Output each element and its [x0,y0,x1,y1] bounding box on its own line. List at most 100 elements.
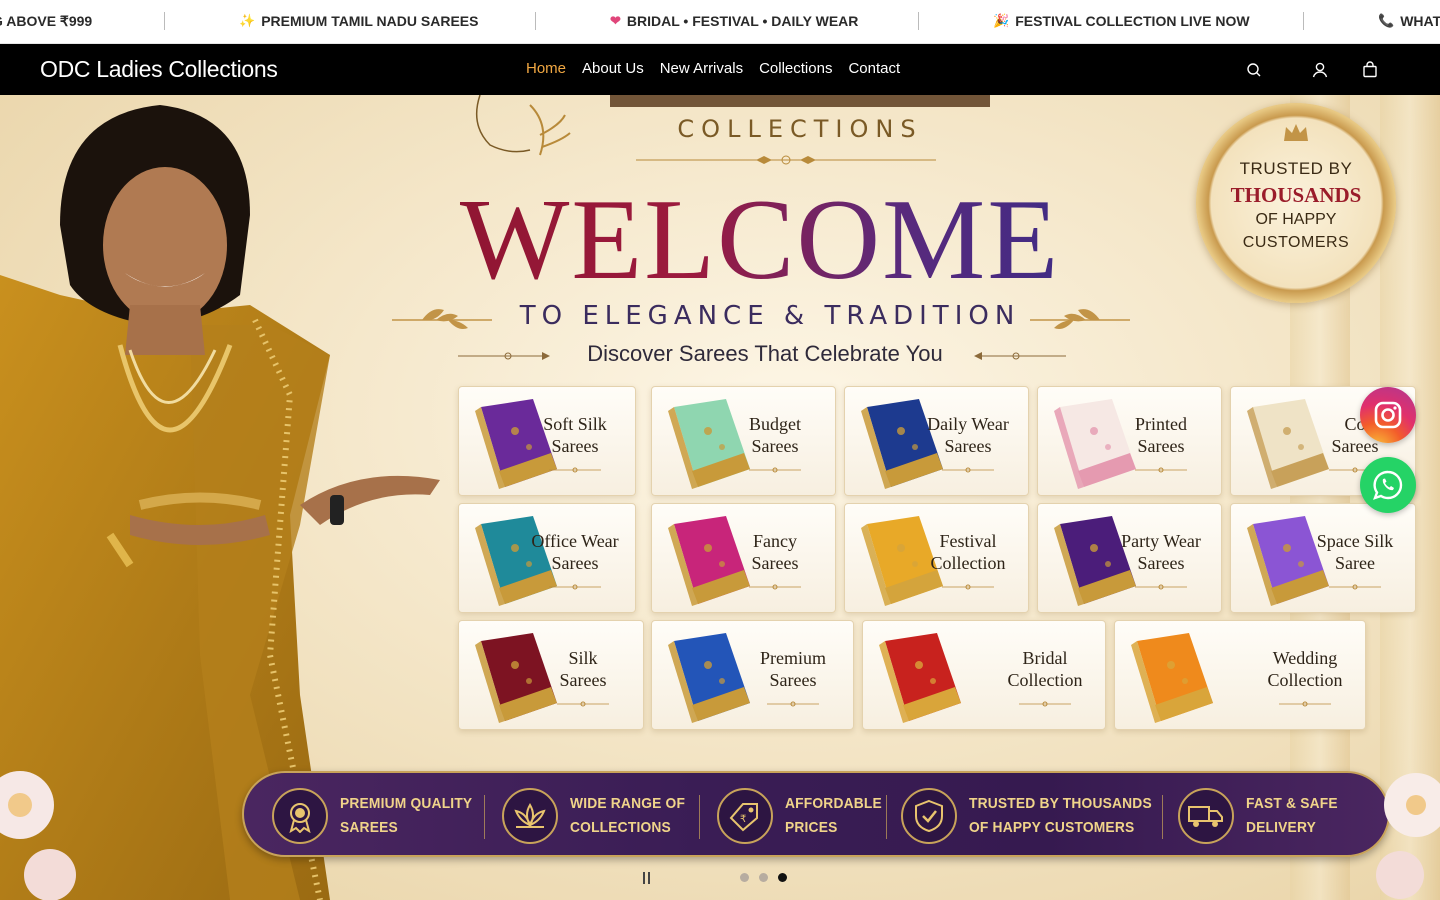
flower-decoration [1376,773,1440,899]
heart-icon: ❤ [610,13,621,28]
phone-icon: 📞 [1378,13,1395,28]
category-label: Fancy Sarees [725,530,825,574]
feature-separator [886,795,887,839]
brand-logo[interactable]: ODC Ladies Collections [40,56,278,83]
category-label-line: Sarees [551,436,599,456]
category-label-line: Premium [760,648,826,668]
slide-dot-1[interactable] [740,873,749,882]
category-label-line: Party Wear [1121,531,1201,551]
ticker-item: G ABOVE ₹999 [0,13,93,29]
category-card[interactable]: Silk Sarees [458,620,644,730]
arrow-ornament-right [974,352,1066,360]
feature-item: PREMIUM QUALITY SAREES [272,773,484,859]
category-label: Party Wear Sarees [1111,530,1211,574]
ticker-item: 📞 WHAT [1378,13,1440,29]
category-label-line: Festival [939,531,997,551]
category-label-line: Sarees [1137,553,1185,573]
category-label: Printed Sarees [1111,413,1211,457]
hero-banner[interactable]: COLLECTIONS WELCOME TO ELEGANCE & TRADIT… [0,95,1440,900]
ornament-divider [749,584,801,590]
ornament-divider [636,155,936,165]
category-label-line: Sarees [769,670,817,690]
category-card[interactable]: Printed Sarees [1037,386,1222,496]
category-label-line: Printed [1135,414,1187,434]
brand-subtitle: COLLECTIONS [677,115,923,143]
ornament-divider [942,584,994,590]
category-label: Budget Sarees [725,413,825,457]
badge-line: CUSTOMERS [1242,234,1350,251]
feature-item: FAST & SAFE DELIVERY [1178,773,1346,859]
category-label-line: Wedding [1272,648,1338,668]
main-nav: Home About Us New Arrivals Collections C… [526,60,900,77]
ticker-separator [164,12,165,30]
category-card[interactable]: Space Silk Saree [1230,503,1416,613]
category-label-line: Sarees [751,436,799,456]
feature-label: WIDE RANGE OF [570,795,686,812]
nav-new-arrivals[interactable]: New Arrivals [660,60,743,77]
feature-label: FAST & SAFE [1246,795,1338,812]
feature-label: AFFORDABLE [785,795,882,812]
medal-icon [272,788,328,844]
ornament-divider [557,701,609,707]
account-icon[interactable] [1310,60,1330,80]
ticker-separator [535,12,536,30]
nav-collections[interactable]: Collections [759,60,832,77]
category-card[interactable]: Bridal Collection [862,620,1106,730]
category-label: Soft Silk Sarees [525,413,625,457]
category-card[interactable]: Budget Sarees [651,386,836,496]
trust-badge: TRUSTED BY THOUSANDS OF HAPPY CUSTOMERS [1196,103,1396,303]
category-label-line: Sarees [751,553,799,573]
badge-line: TRUSTED BY [1239,159,1353,178]
ornament-divider [749,467,801,473]
feature-label: DELIVERY [1246,819,1316,836]
feature-separator [1162,795,1163,839]
search-icon[interactable] [1244,60,1264,80]
saree-thumbnail [879,633,961,723]
ornament-divider [549,467,601,473]
ornament-divider [1019,701,1071,707]
category-card[interactable]: Wedding Collection [1114,620,1366,730]
feature-strip: PREMIUM QUALITY SAREES WIDE RANGE OF COLLE… [242,771,1390,857]
ticker-separator [1303,12,1304,30]
lotus-icon [502,788,558,844]
category-card[interactable]: Festival Collection [844,503,1029,613]
category-label-line: Space Silk [1316,531,1394,551]
slide-dot-2[interactable] [759,873,768,882]
ornament-divider [549,584,601,590]
feature-label: PRICES [785,819,838,836]
category-card[interactable]: Soft Silk Sarees [458,386,636,496]
slide-dot-3[interactable] [778,873,787,882]
ornament-divider [942,467,994,473]
category-label-line: Budget [749,414,801,434]
category-label-line: Collection [1007,670,1083,690]
nav-home[interactable]: Home [526,60,566,77]
category-card[interactable]: Fancy Sarees [651,503,836,613]
instagram-icon [1374,401,1402,429]
badge-line: OF HAPPY [1255,211,1337,228]
cart-icon[interactable] [1360,60,1380,80]
pause-icon[interactable] [643,872,651,884]
category-card[interactable]: Office Wear Sarees [458,503,636,613]
sparkle-icon: ✨ [239,13,256,28]
ticker-separator [918,12,919,30]
nav-contact[interactable]: Contact [848,60,900,77]
ornament-divider [767,701,819,707]
feature-separator [484,795,485,839]
category-label: Office Wear Sarees [525,530,625,574]
whatsapp-button[interactable] [1360,457,1416,513]
feature-label: PREMIUM QUALITY [340,795,473,812]
ornament-divider [1135,584,1187,590]
category-label: Premium Sarees [743,647,843,691]
category-card[interactable]: Daily Wear Sarees [844,386,1029,496]
category-label-line: Sarees [1137,436,1185,456]
nav-about-us[interactable]: About Us [582,60,644,77]
feature-item: TRUSTED BY THOUSANDS OF HAPPY CUSTOMERS [901,773,1168,859]
feature-item: WIDE RANGE OF COLLECTIONS [502,773,695,859]
category-card[interactable]: Party Wear Sarees [1037,503,1222,613]
ticker-item: ❤ BRIDAL • FESTIVAL • DAILY WEAR [610,13,859,29]
category-card[interactable]: Premium Sarees [651,620,854,730]
category-label: Festival Collection [918,530,1018,574]
instagram-button[interactable] [1360,387,1416,443]
feature-label: OF HAPPY CUSTOMERS [969,819,1135,836]
ornament-divider [1329,584,1381,590]
